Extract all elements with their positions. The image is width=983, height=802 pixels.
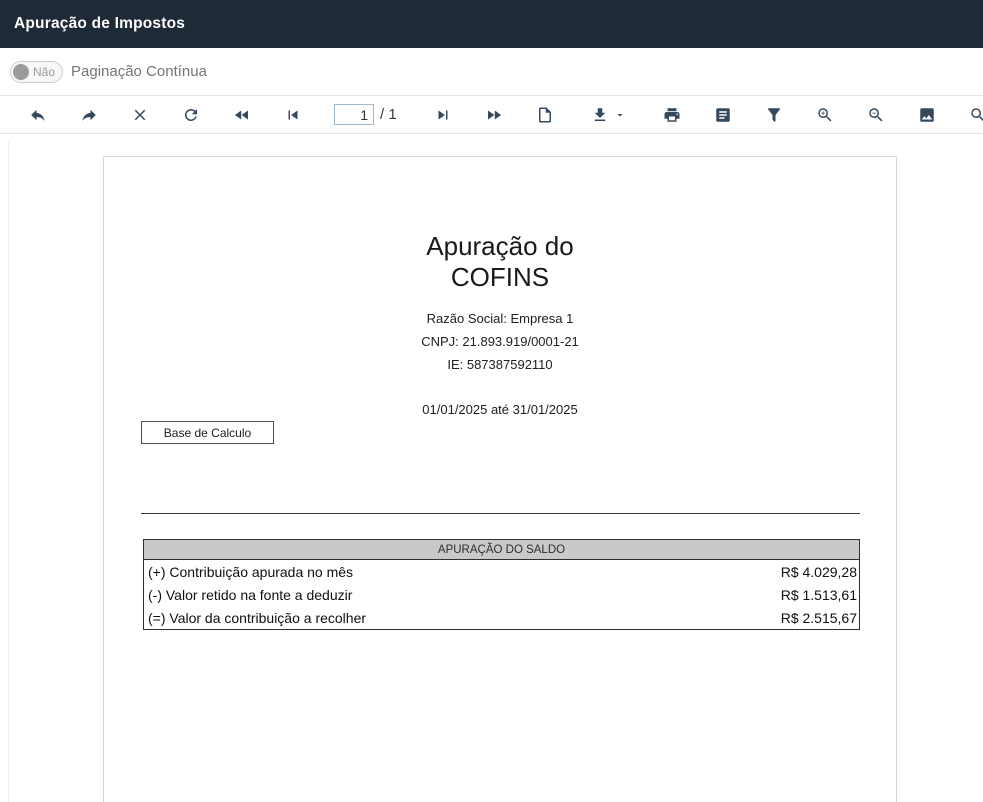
close-button[interactable] bbox=[114, 96, 165, 133]
back-icon bbox=[29, 106, 47, 124]
toggle-knob-icon bbox=[13, 64, 29, 80]
row-label: (=) Valor da contribuição a recolher bbox=[144, 610, 781, 626]
image-icon bbox=[918, 106, 936, 124]
print-icon bbox=[663, 106, 681, 124]
rewind-icon bbox=[233, 106, 251, 124]
continuous-pagination-toggle[interactable]: Não bbox=[10, 61, 63, 83]
fast-forward-button[interactable] bbox=[468, 96, 519, 133]
row-label: (-) Valor retido na fonte a deduzir bbox=[144, 587, 781, 603]
zoom-in-button[interactable] bbox=[799, 96, 850, 133]
filter-icon bbox=[765, 106, 783, 124]
ie-text: IE: 587387592110 bbox=[104, 353, 896, 376]
zoom-in-icon bbox=[816, 106, 834, 124]
close-icon bbox=[131, 106, 149, 124]
report-title: Apuração do COFINS bbox=[104, 231, 896, 293]
viewer-left-border bbox=[8, 142, 9, 802]
report-title-line2: COFINS bbox=[104, 262, 896, 293]
company-info: Razão Social: Empresa 1 CNPJ: 21.893.919… bbox=[104, 307, 896, 376]
image-button[interactable] bbox=[901, 96, 952, 133]
document-lines-button[interactable] bbox=[697, 96, 748, 133]
row-label: (+) Contribuição apurada no mês bbox=[144, 564, 781, 580]
horizontal-rule bbox=[141, 513, 860, 514]
back-button[interactable] bbox=[12, 96, 63, 133]
forward-icon bbox=[80, 106, 98, 124]
search-icon bbox=[969, 106, 983, 124]
page-title: Apuração de Impostos bbox=[14, 15, 185, 33]
viewer-toolbar: / 1 bbox=[0, 95, 983, 134]
search-button[interactable] bbox=[952, 96, 983, 133]
download-button[interactable] bbox=[570, 96, 646, 133]
refresh-icon bbox=[182, 106, 200, 124]
base-de-calculo-box: Base de Calculo bbox=[141, 421, 274, 444]
page-total-label: / 1 bbox=[380, 106, 397, 123]
zoom-out-icon bbox=[867, 106, 885, 124]
fast-forward-icon bbox=[485, 106, 503, 124]
period-text: 01/01/2025 até 31/01/2025 bbox=[104, 402, 896, 417]
pagination-bar: Não Paginação Contínua bbox=[0, 48, 983, 95]
report-title-line1: Apuração do bbox=[104, 231, 896, 262]
toggle-state-label: Não bbox=[33, 65, 55, 79]
continuous-pagination-label: Paginação Contínua bbox=[71, 63, 207, 80]
filter-button[interactable] bbox=[748, 96, 799, 133]
document-lines-icon bbox=[714, 106, 732, 124]
zoom-out-button[interactable] bbox=[850, 96, 901, 133]
page-number-input[interactable] bbox=[334, 104, 374, 125]
cnpj-text: CNPJ: 21.893.919/0001-21 bbox=[104, 330, 896, 353]
print-button[interactable] bbox=[646, 96, 697, 133]
single-page-button[interactable] bbox=[519, 96, 570, 133]
report-page: Apuração do COFINS Razão Social: Empresa… bbox=[103, 156, 897, 802]
row-value: R$ 4.029,28 bbox=[781, 564, 859, 580]
report-viewer: Apuração do COFINS Razão Social: Empresa… bbox=[0, 134, 983, 802]
page-navigator: / 1 bbox=[318, 104, 417, 125]
refresh-button[interactable] bbox=[165, 96, 216, 133]
previous-page-icon bbox=[284, 106, 302, 124]
saldo-table-header: APURAÇÃO DO SALDO bbox=[144, 540, 859, 560]
single-page-icon bbox=[536, 106, 554, 124]
table-row: (+) Contribuição apurada no mês R$ 4.029… bbox=[144, 560, 859, 583]
forward-button[interactable] bbox=[63, 96, 114, 133]
table-row: (=) Valor da contribuição a recolher R$ … bbox=[144, 606, 859, 629]
razao-social-text: Razão Social: Empresa 1 bbox=[104, 307, 896, 330]
download-caret-icon bbox=[614, 109, 626, 121]
row-value: R$ 2.515,67 bbox=[781, 610, 859, 626]
saldo-table: APURAÇÃO DO SALDO (+) Contribuição apura… bbox=[143, 539, 860, 630]
app-header: Apuração de Impostos bbox=[0, 0, 983, 48]
download-icon bbox=[591, 106, 609, 124]
table-row: (-) Valor retido na fonte a deduzir R$ 1… bbox=[144, 583, 859, 606]
rewind-button[interactable] bbox=[216, 96, 267, 133]
previous-page-button[interactable] bbox=[267, 96, 318, 133]
next-page-button[interactable] bbox=[417, 96, 468, 133]
next-page-icon bbox=[434, 106, 452, 124]
row-value: R$ 1.513,61 bbox=[781, 587, 859, 603]
